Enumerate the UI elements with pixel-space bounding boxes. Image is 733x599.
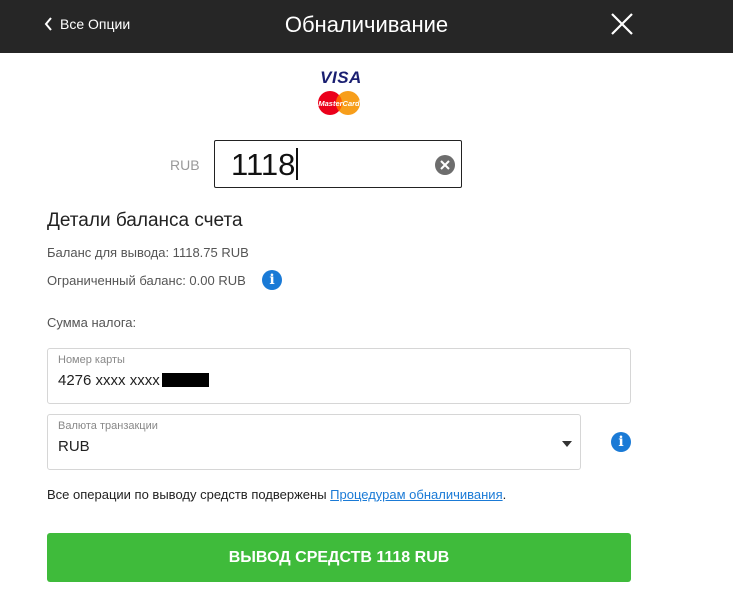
header-bar: Все Опции Обналичивание — [0, 0, 733, 53]
tax-amount-label: Сумма налога: — [47, 315, 137, 330]
amount-currency-label: RUB — [170, 157, 200, 173]
transaction-currency-select[interactable]: Валюта транзакции RUB — [47, 414, 581, 470]
card-number-field[interactable]: Номер карты 4276 xxxx xxxx — [47, 348, 631, 404]
cashout-procedures-link[interactable]: Процедурам обналичивания — [330, 487, 502, 502]
withdrawal-notice: Все операции по выводу средств подвержен… — [47, 487, 506, 502]
close-button[interactable] — [610, 12, 634, 36]
visa-logo: VISA — [320, 68, 362, 87]
cashout-dialog: Все Опции Обналичивание VISA MasterCard … — [0, 0, 733, 599]
withdrawable-balance: Баланс для вывода: 1118.75 RUB — [47, 245, 249, 260]
transaction-currency-value: RUB — [58, 438, 90, 455]
text-caret — [296, 148, 298, 180]
notice-suffix: . — [502, 487, 507, 502]
restricted-balance: Ограниченный баланс: 0.00 RUB — [47, 273, 246, 288]
card-number-value: 4276 xxxx xxxx — [58, 372, 160, 389]
transaction-currency-label: Валюта транзакции — [58, 420, 158, 432]
chevron-down-icon — [562, 441, 572, 447]
redacted-block — [161, 373, 209, 387]
card-number-label: Номер карты — [58, 354, 125, 366]
amount-value: 1118 — [231, 147, 296, 182]
clear-icon — [440, 160, 450, 170]
restricted-balance-info-icon[interactable]: i — [262, 270, 282, 290]
notice-text: Все операции по выводу средств подвержен… — [47, 487, 331, 502]
balance-section-title: Детали баланса счета — [47, 210, 243, 231]
close-icon — [611, 13, 633, 35]
mastercard-logo: MasterCard — [318, 91, 360, 115]
mastercard-text: MasterCard — [318, 99, 360, 108]
amount-input[interactable]: 1118 — [214, 140, 462, 188]
clear-amount-button[interactable] — [435, 155, 455, 175]
withdraw-button[interactable]: ВЫВОД СРЕДСТВ 1118 RUB — [47, 533, 631, 582]
payment-method-logo: VISA MasterCard — [312, 68, 368, 120]
currency-info-icon[interactable]: i — [611, 432, 631, 452]
